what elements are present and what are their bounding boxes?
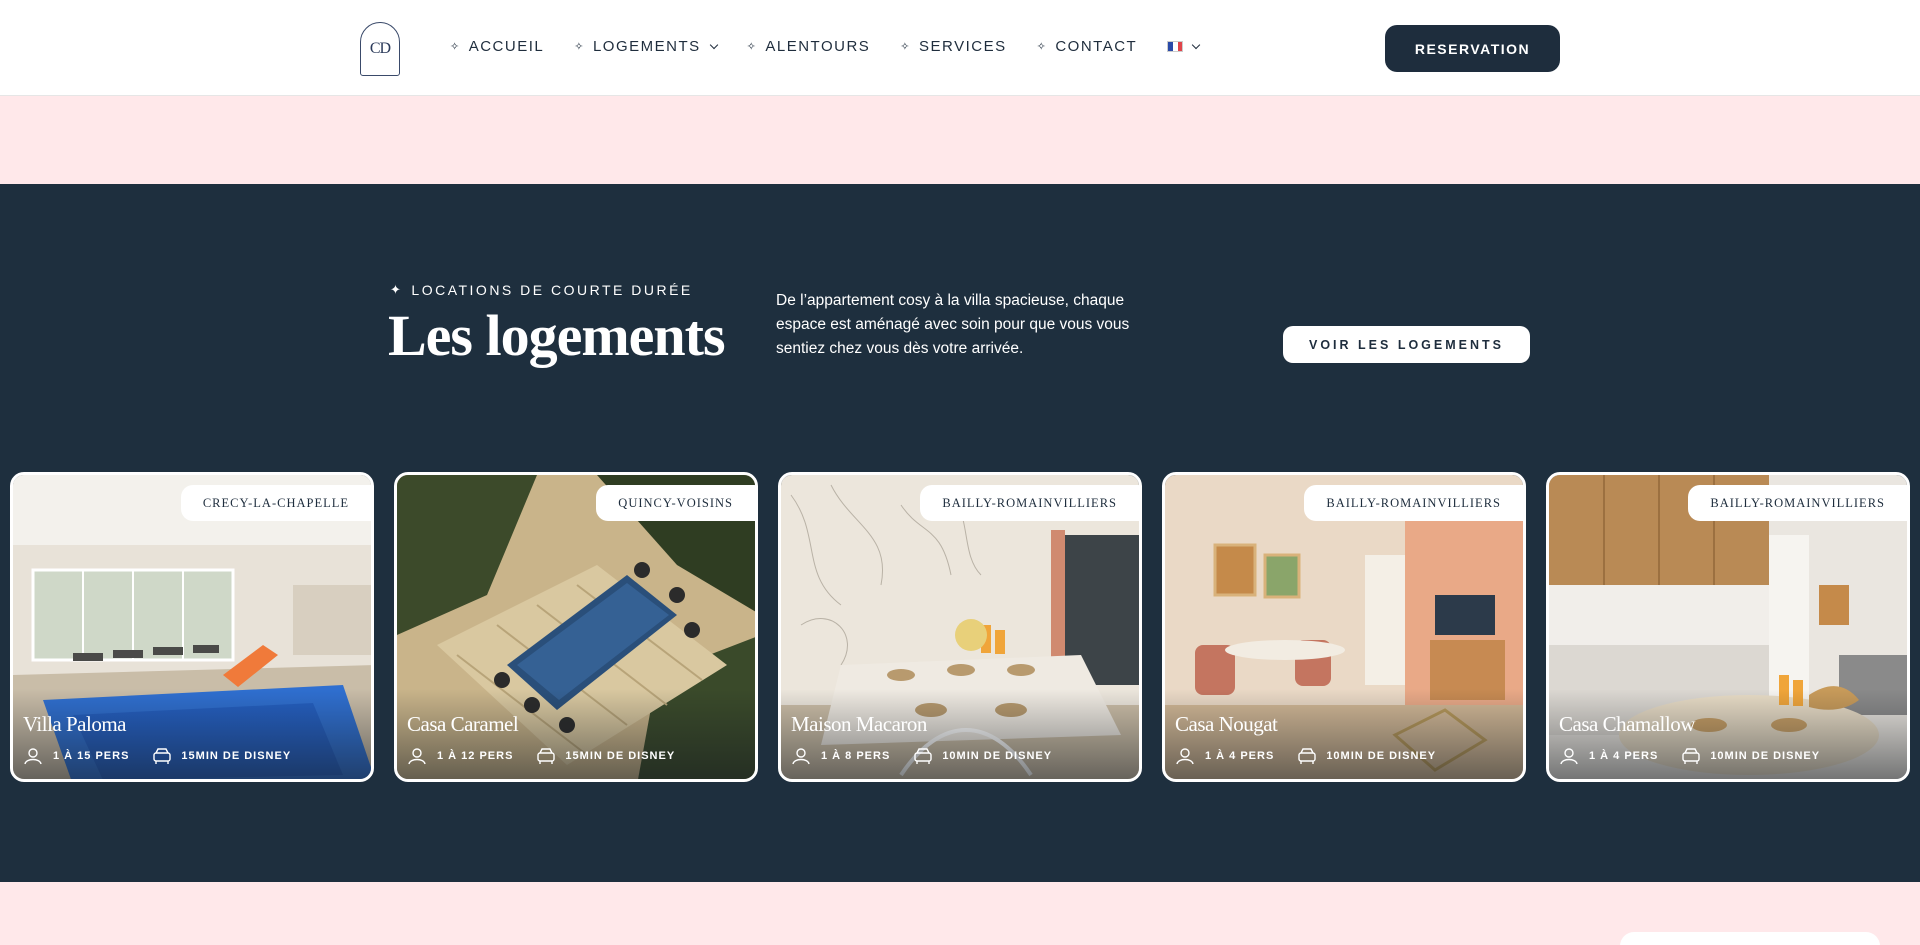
distance-text: 10MIN DE DISNEY xyxy=(1326,750,1437,762)
property-card[interactable]: BAILLY-ROMAINVILLIERS Casa Nougat 1 À 4 … xyxy=(1162,472,1526,782)
diamond-icon: ✧ xyxy=(450,41,461,53)
voir-logements-button[interactable]: VOIR LES LOGEMENTS xyxy=(1283,326,1530,363)
site-logo[interactable]: CD xyxy=(360,22,400,76)
person-icon xyxy=(792,748,810,765)
eyebrow-text: LOCATIONS DE COURTE DURÉE xyxy=(411,282,693,298)
property-card[interactable]: BAILLY-ROMAINVILLIERS Maison Macaron 1 À… xyxy=(778,472,1142,782)
chevron-down-icon xyxy=(1191,40,1201,49)
property-card[interactable]: QUINCY-VOISINS Casa Caramel 1 À 12 PERS … xyxy=(394,472,758,782)
property-name: Casa Nougat xyxy=(1175,712,1278,736)
nav-label: ACCUEIL xyxy=(468,38,545,55)
car-icon xyxy=(1298,748,1317,764)
person-icon xyxy=(408,748,426,765)
diamond-icon: ✧ xyxy=(1036,41,1048,53)
diamond-icon: ✧ xyxy=(900,41,912,53)
section-eyebrow: ✦ LOCATIONS DE COURTE DURÉE xyxy=(390,282,693,298)
nav-item-logements[interactable]: ✧ LOGEMENTS xyxy=(574,38,718,55)
property-name: Casa Chamallow xyxy=(1559,712,1695,736)
sparkle-icon: ✦ xyxy=(390,282,404,297)
capacity-text: 1 À 15 PERS xyxy=(53,750,130,762)
section-description: De l’appartement cosy à la villa spacieu… xyxy=(776,292,1130,357)
location-badge: BAILLY-ROMAINVILLIERS xyxy=(920,485,1139,521)
car-icon xyxy=(914,748,933,764)
location-badge: BAILLY-ROMAINVILLIERS xyxy=(1304,485,1523,521)
property-name: Maison Macaron xyxy=(791,712,927,736)
nav-item-services[interactable]: ✧ SERVICES xyxy=(900,38,1006,55)
property-meta: 1 À 4 PERS 10MIN DE DISNEY xyxy=(1559,747,1820,765)
next-section-card xyxy=(1620,932,1880,945)
nav-label: ALENTOURS xyxy=(765,38,871,55)
distance-text: 10MIN DE DISNEY xyxy=(942,750,1053,762)
property-meta: 1 À 4 PERS 10MIN DE DISNEY xyxy=(1175,747,1436,765)
site-header: CD ✧ ACCUEIL ✧ LOGEMENTS ✧ ALENTOURS ✧ S… xyxy=(0,0,1920,96)
capacity-text: 1 À 12 PERS xyxy=(437,750,514,762)
property-name: Villa Paloma xyxy=(23,712,126,736)
distance-text: 10MIN DE DISNEY xyxy=(1710,750,1821,762)
nav-item-contact[interactable]: ✧ CONTACT xyxy=(1037,38,1138,55)
reservation-button[interactable]: RESERVATION xyxy=(1385,25,1560,72)
section-title: Les logements xyxy=(388,303,726,368)
nav-label: CONTACT xyxy=(1055,38,1138,55)
main-nav: ✧ ACCUEIL ✧ LOGEMENTS ✧ ALENTOURS ✧ SERV… xyxy=(450,38,1229,55)
property-meta: 1 À 12 PERS 15MIN DE DISNEY xyxy=(407,747,675,765)
car-icon xyxy=(153,748,172,764)
property-meta: 1 À 8 PERS 10MIN DE DISNEY xyxy=(791,747,1052,765)
logo-monogram: CD xyxy=(369,40,391,57)
nav-label: SERVICES xyxy=(919,38,1007,55)
capacity-text: 1 À 4 PERS xyxy=(1589,750,1659,762)
language-switcher[interactable] xyxy=(1167,40,1201,52)
distance-text: 15MIN DE DISNEY xyxy=(565,750,676,762)
nav-item-accueil[interactable]: ✧ ACCUEIL xyxy=(450,38,544,55)
property-meta: 1 À 15 PERS 15MIN DE DISNEY xyxy=(23,747,291,765)
nav-item-alentours[interactable]: ✧ ALENTOURS xyxy=(747,38,871,55)
car-icon xyxy=(537,748,556,764)
car-icon xyxy=(1682,748,1701,764)
person-icon xyxy=(1176,748,1194,765)
distance-text: 15MIN DE DISNEY xyxy=(181,750,292,762)
diamond-icon: ✧ xyxy=(574,41,585,53)
diamond-icon: ✧ xyxy=(746,41,758,53)
location-badge: CRECY-LA-CHAPELLE xyxy=(180,485,371,521)
flag-fr-icon xyxy=(1167,41,1184,52)
chevron-down-icon xyxy=(709,40,718,49)
location-badge: QUINCY-VOISINS xyxy=(596,485,755,521)
location-badge: BAILLY-ROMAINVILLIERS xyxy=(1688,485,1907,521)
nav-label: LOGEMENTS xyxy=(592,38,701,55)
property-card[interactable]: BAILLY-ROMAINVILLIERS Casa Chamallow 1 À… xyxy=(1546,472,1910,782)
capacity-text: 1 À 8 PERS xyxy=(821,750,891,762)
property-card[interactable]: CRECY-LA-CHAPELLE Villa Paloma 1 À 15 PE… xyxy=(10,472,374,782)
capacity-text: 1 À 4 PERS xyxy=(1205,750,1275,762)
person-icon xyxy=(24,748,42,765)
logements-section: ✦ LOCATIONS DE COURTE DURÉE Les logement… xyxy=(0,184,1920,882)
person-icon xyxy=(1560,748,1578,765)
property-name: Casa Caramel xyxy=(407,712,519,736)
